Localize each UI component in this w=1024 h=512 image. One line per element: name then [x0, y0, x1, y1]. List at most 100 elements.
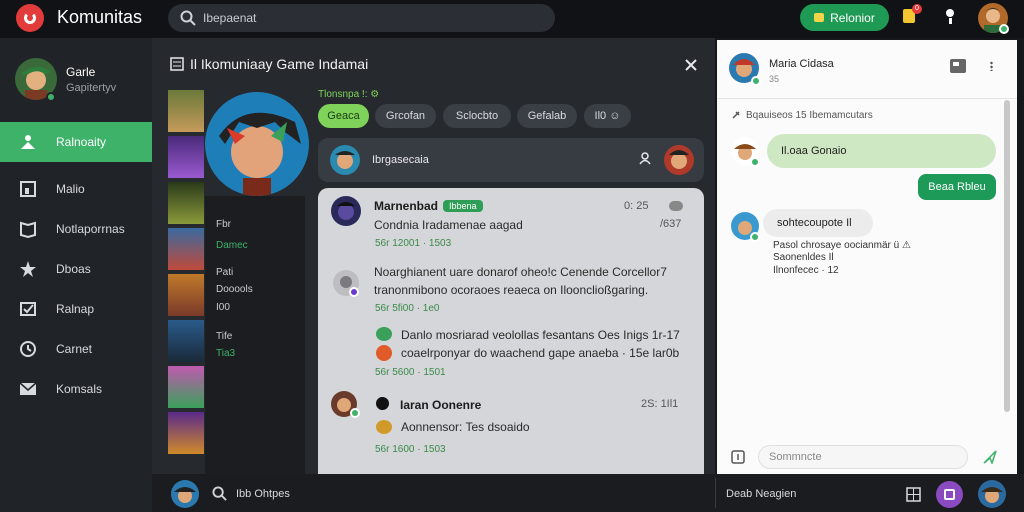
featured-hero-avatar[interactable] — [205, 92, 309, 196]
sidebar-item-ralnap[interactable]: Ralnap — [0, 289, 152, 329]
game-thumbnail[interactable] — [168, 90, 204, 132]
more-icon[interactable] — [669, 201, 683, 211]
game-thumbnail[interactable] — [168, 228, 204, 270]
filter-chip[interactable]: Sclocbto — [443, 104, 511, 128]
sidebar-item-notlaporrnas[interactable]: Notlaporrnas — [0, 209, 152, 249]
thread-user-avatar[interactable] — [664, 145, 694, 175]
bottom-user-avatar[interactable] — [978, 480, 1006, 508]
filter-chip[interactable]: Grcofan — [375, 104, 436, 128]
relonior-button[interactable]: Relonior — [800, 4, 889, 31]
post-author[interactable]: Iaran Oonenre — [400, 398, 481, 412]
media-icon[interactable] — [949, 58, 967, 74]
bottom-avatar[interactable] — [171, 480, 199, 508]
filter-chip[interactable]: Gefalab — [517, 104, 577, 128]
hero-info-text: Tia3 — [216, 348, 236, 359]
relonior-button-label: Relonior — [830, 10, 875, 25]
post-author[interactable]: Marnenbad — [374, 199, 438, 213]
game-thumbnail[interactable] — [168, 366, 204, 408]
hero-info-text: Damec — [216, 240, 248, 251]
bulb-icon[interactable] — [946, 9, 954, 17]
post-time: 2S: 1Il1 — [641, 398, 679, 410]
grid-icon[interactable] — [906, 487, 921, 502]
author-icon — [376, 397, 389, 410]
thread-avatar — [330, 145, 360, 175]
attach-icon[interactable] — [731, 450, 745, 464]
incoming-message: sohtecoupote Il — [763, 209, 873, 237]
sidebar-item-label: Malio — [56, 182, 85, 196]
sidebar-item-komsals[interactable]: Komsals — [0, 369, 152, 409]
post-avatar[interactable] — [331, 196, 361, 226]
message-text: sohtecoupote Il — [777, 217, 852, 229]
author-badge: Ibbena — [443, 200, 483, 212]
hero-info-text: I00 — [216, 302, 230, 313]
incoming-message: Il.oaa Gonaio — [767, 134, 996, 168]
post-text: Danlo mosriarad veolollas fesantans Oes … — [401, 328, 680, 342]
message-detail: Ilnonfecec · 12 — [773, 265, 839, 276]
bottom-right-text: Deab Neagien — [726, 488, 797, 500]
list-icon[interactable] — [170, 57, 184, 71]
chat-contact-status: 35 — [769, 74, 780, 84]
app-launcher-icon[interactable] — [936, 481, 963, 508]
filter-sublabel: Tlonsnpa !: ⚙ — [318, 89, 380, 100]
game-thumbnail[interactable] — [168, 136, 204, 178]
profile-name: Garle — [66, 65, 96, 79]
search-bar[interactable]: Ibepaenat — [168, 4, 555, 32]
clock-icon — [20, 341, 36, 357]
message-detail: Saonenldes Il — [773, 252, 834, 263]
app-title: Komunitas — [57, 7, 143, 27]
app-logo[interactable] — [16, 4, 44, 32]
post-text: coaelrponyar do waachend gape anaeba · 1… — [401, 346, 680, 360]
online-indicator — [750, 157, 760, 167]
sidebar-item-ralnoaity[interactable]: Ralnoaity — [0, 122, 152, 162]
chat-panel — [717, 40, 1017, 474]
sidebar-item-label: Komsals — [56, 382, 103, 396]
post-text: Condnia Iradamenae aagad — [374, 218, 523, 232]
bottom-divider — [715, 478, 716, 508]
hero-info-text: Pati — [216, 267, 234, 278]
send-icon[interactable] — [983, 450, 997, 464]
star-icon — [20, 261, 36, 277]
filter-chip[interactable]: Il0 ☺ — [584, 104, 631, 128]
sidebar-item-label: Dboas — [56, 262, 91, 276]
game-thumbnail[interactable] — [168, 320, 204, 362]
filter-chip[interactable]: Geaca — [318, 104, 369, 128]
sidebar-item-label: Ralnoaity — [56, 135, 107, 149]
thread-title: Ibrgasecaia — [372, 154, 429, 166]
game-thumbnail[interactable] — [168, 182, 204, 224]
online-indicator — [350, 408, 360, 418]
post-meta: 56r 5fi00 · 1e0 — [375, 303, 440, 314]
post-text: Noarghianent uare donarof oheo!c Cenende… — [374, 265, 667, 279]
message-detail: Pasol chrosaye oocianmär ü ⚠ — [773, 240, 911, 251]
mail-icon — [19, 382, 37, 395]
game-thumbnail[interactable] — [168, 274, 204, 316]
close-icon[interactable] — [684, 58, 698, 72]
chat-message-input[interactable]: Sommncte — [758, 445, 968, 469]
search-icon — [180, 10, 196, 26]
sidebar-item-label: Notlaporrnas — [56, 222, 125, 236]
send-icon — [20, 302, 36, 316]
chat-scrollbar[interactable] — [1004, 100, 1010, 412]
game-thumbnail[interactable] — [168, 412, 204, 454]
sidebar-item-dboas[interactable]: Dboas — [0, 249, 152, 289]
post-text: Aonnensor: Tes dsoaido — [401, 420, 530, 434]
chat-contact-name: Maria Cidasa — [769, 58, 834, 70]
book-icon — [20, 221, 36, 238]
search-icon[interactable] — [212, 486, 227, 501]
bottom-search-text[interactable]: Ibb Ohtpes — [236, 488, 290, 500]
pin-icon — [732, 111, 740, 119]
post-time-secondary: /637 — [660, 218, 682, 230]
online-indicator — [751, 76, 761, 86]
sidebar-item-malio[interactable]: Malio — [0, 169, 152, 209]
search-placeholder: Ibepaenat — [203, 11, 257, 25]
reply-icon — [376, 327, 392, 341]
game-thumbnail-list — [168, 90, 204, 458]
bulb-icon-base — [949, 18, 952, 24]
outgoing-message: Beaa Rbleu — [918, 174, 996, 200]
more-vertical-icon[interactable] — [990, 61, 993, 71]
online-indicator — [750, 232, 760, 242]
user-search-icon[interactable] — [638, 151, 652, 165]
post-time: 0: 25 — [624, 200, 649, 212]
gift-icon — [814, 13, 825, 22]
chat-input-placeholder: Sommncte — [769, 451, 822, 463]
sidebar-item-carnet[interactable]: Carnet — [0, 329, 152, 369]
